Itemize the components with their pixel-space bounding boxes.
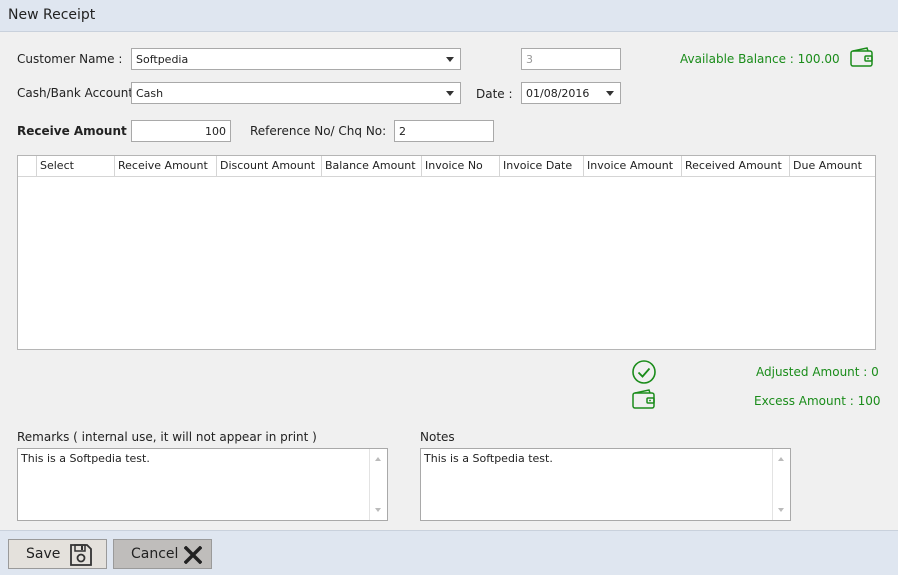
date-value: 01/08/2016	[526, 87, 590, 100]
save-button-label: Save	[26, 546, 61, 562]
date-label: Date :	[476, 87, 513, 101]
receive-amount-label: Receive Amount :	[17, 124, 136, 138]
remarks-label: Remarks ( internal use, it will not appe…	[17, 430, 317, 444]
cancel-button[interactable]: Cancel	[113, 539, 212, 569]
date-picker[interactable]: 01/08/2016	[521, 82, 621, 104]
title-bar: New Receipt	[0, 0, 898, 32]
receipt-number-field: 3	[521, 48, 621, 70]
available-balance-text: Available Balance : 100.00	[680, 52, 840, 66]
cash-bank-account-value: Cash	[136, 87, 164, 100]
window-title: New Receipt	[8, 7, 96, 23]
column-header-balance-amount[interactable]: Balance Amount	[322, 156, 422, 177]
remarks-scrollbar[interactable]	[369, 449, 387, 520]
close-x-icon	[184, 546, 202, 564]
grid-header: Select Receive Amount Discount Amount Ba…	[18, 156, 875, 177]
notes-value: This is a Softpedia test.	[424, 452, 553, 465]
reference-input[interactable]: 2	[394, 120, 494, 142]
receive-amount-input[interactable]: 100	[131, 120, 231, 142]
scroll-down-icon[interactable]	[778, 508, 784, 512]
wallet-icon	[850, 47, 873, 67]
column-header-select[interactable]: Select	[37, 156, 115, 177]
chevron-down-icon	[606, 91, 614, 96]
remarks-value: This is a Softpedia test.	[21, 452, 150, 465]
column-header-invoice-no[interactable]: Invoice No	[422, 156, 500, 177]
remarks-textarea[interactable]: This is a Softpedia test.	[17, 448, 388, 521]
customer-name-label: Customer Name :	[17, 52, 123, 66]
invoice-grid[interactable]: Select Receive Amount Discount Amount Ba…	[17, 155, 876, 350]
save-button[interactable]: Save	[8, 539, 107, 569]
reference-value: 2	[399, 125, 406, 138]
cash-bank-account-select[interactable]: Cash	[131, 82, 461, 104]
customer-name-select[interactable]: Softpedia	[131, 48, 461, 70]
check-circle-icon	[632, 360, 656, 384]
column-header-invoice-amount[interactable]: Invoice Amount	[584, 156, 682, 177]
receipt-number-value: 3	[526, 53, 533, 66]
scroll-up-icon[interactable]	[375, 457, 381, 461]
column-header-invoice-date[interactable]: Invoice Date	[500, 156, 584, 177]
grid-row-indicator-header	[18, 156, 37, 177]
column-header-due-amount[interactable]: Due Amount	[790, 156, 875, 177]
notes-textarea[interactable]: This is a Softpedia test.	[420, 448, 791, 521]
wallet-icon	[632, 389, 655, 409]
cancel-button-label: Cancel	[131, 546, 179, 562]
column-header-received-amount[interactable]: Received Amount	[682, 156, 790, 177]
footer-bar: Save Cancel	[0, 530, 898, 575]
column-header-receive-amount[interactable]: Receive Amount	[115, 156, 217, 177]
receive-amount-value: 100	[205, 125, 226, 138]
notes-scrollbar[interactable]	[772, 449, 790, 520]
customer-name-value: Softpedia	[136, 53, 189, 66]
scroll-down-icon[interactable]	[375, 508, 381, 512]
reference-label: Reference No/ Chq No:	[250, 124, 387, 138]
chevron-down-icon	[446, 57, 454, 62]
scroll-up-icon[interactable]	[778, 457, 784, 461]
notes-label: Notes	[420, 430, 455, 444]
cash-bank-account-label: Cash/Bank Account	[17, 86, 134, 100]
chevron-down-icon	[446, 91, 454, 96]
adjusted-amount-text: Adjusted Amount : 0	[756, 365, 879, 379]
column-header-discount-amount[interactable]: Discount Amount	[217, 156, 322, 177]
excess-amount-text: Excess Amount : 100	[754, 394, 881, 408]
floppy-disk-icon	[70, 544, 92, 566]
